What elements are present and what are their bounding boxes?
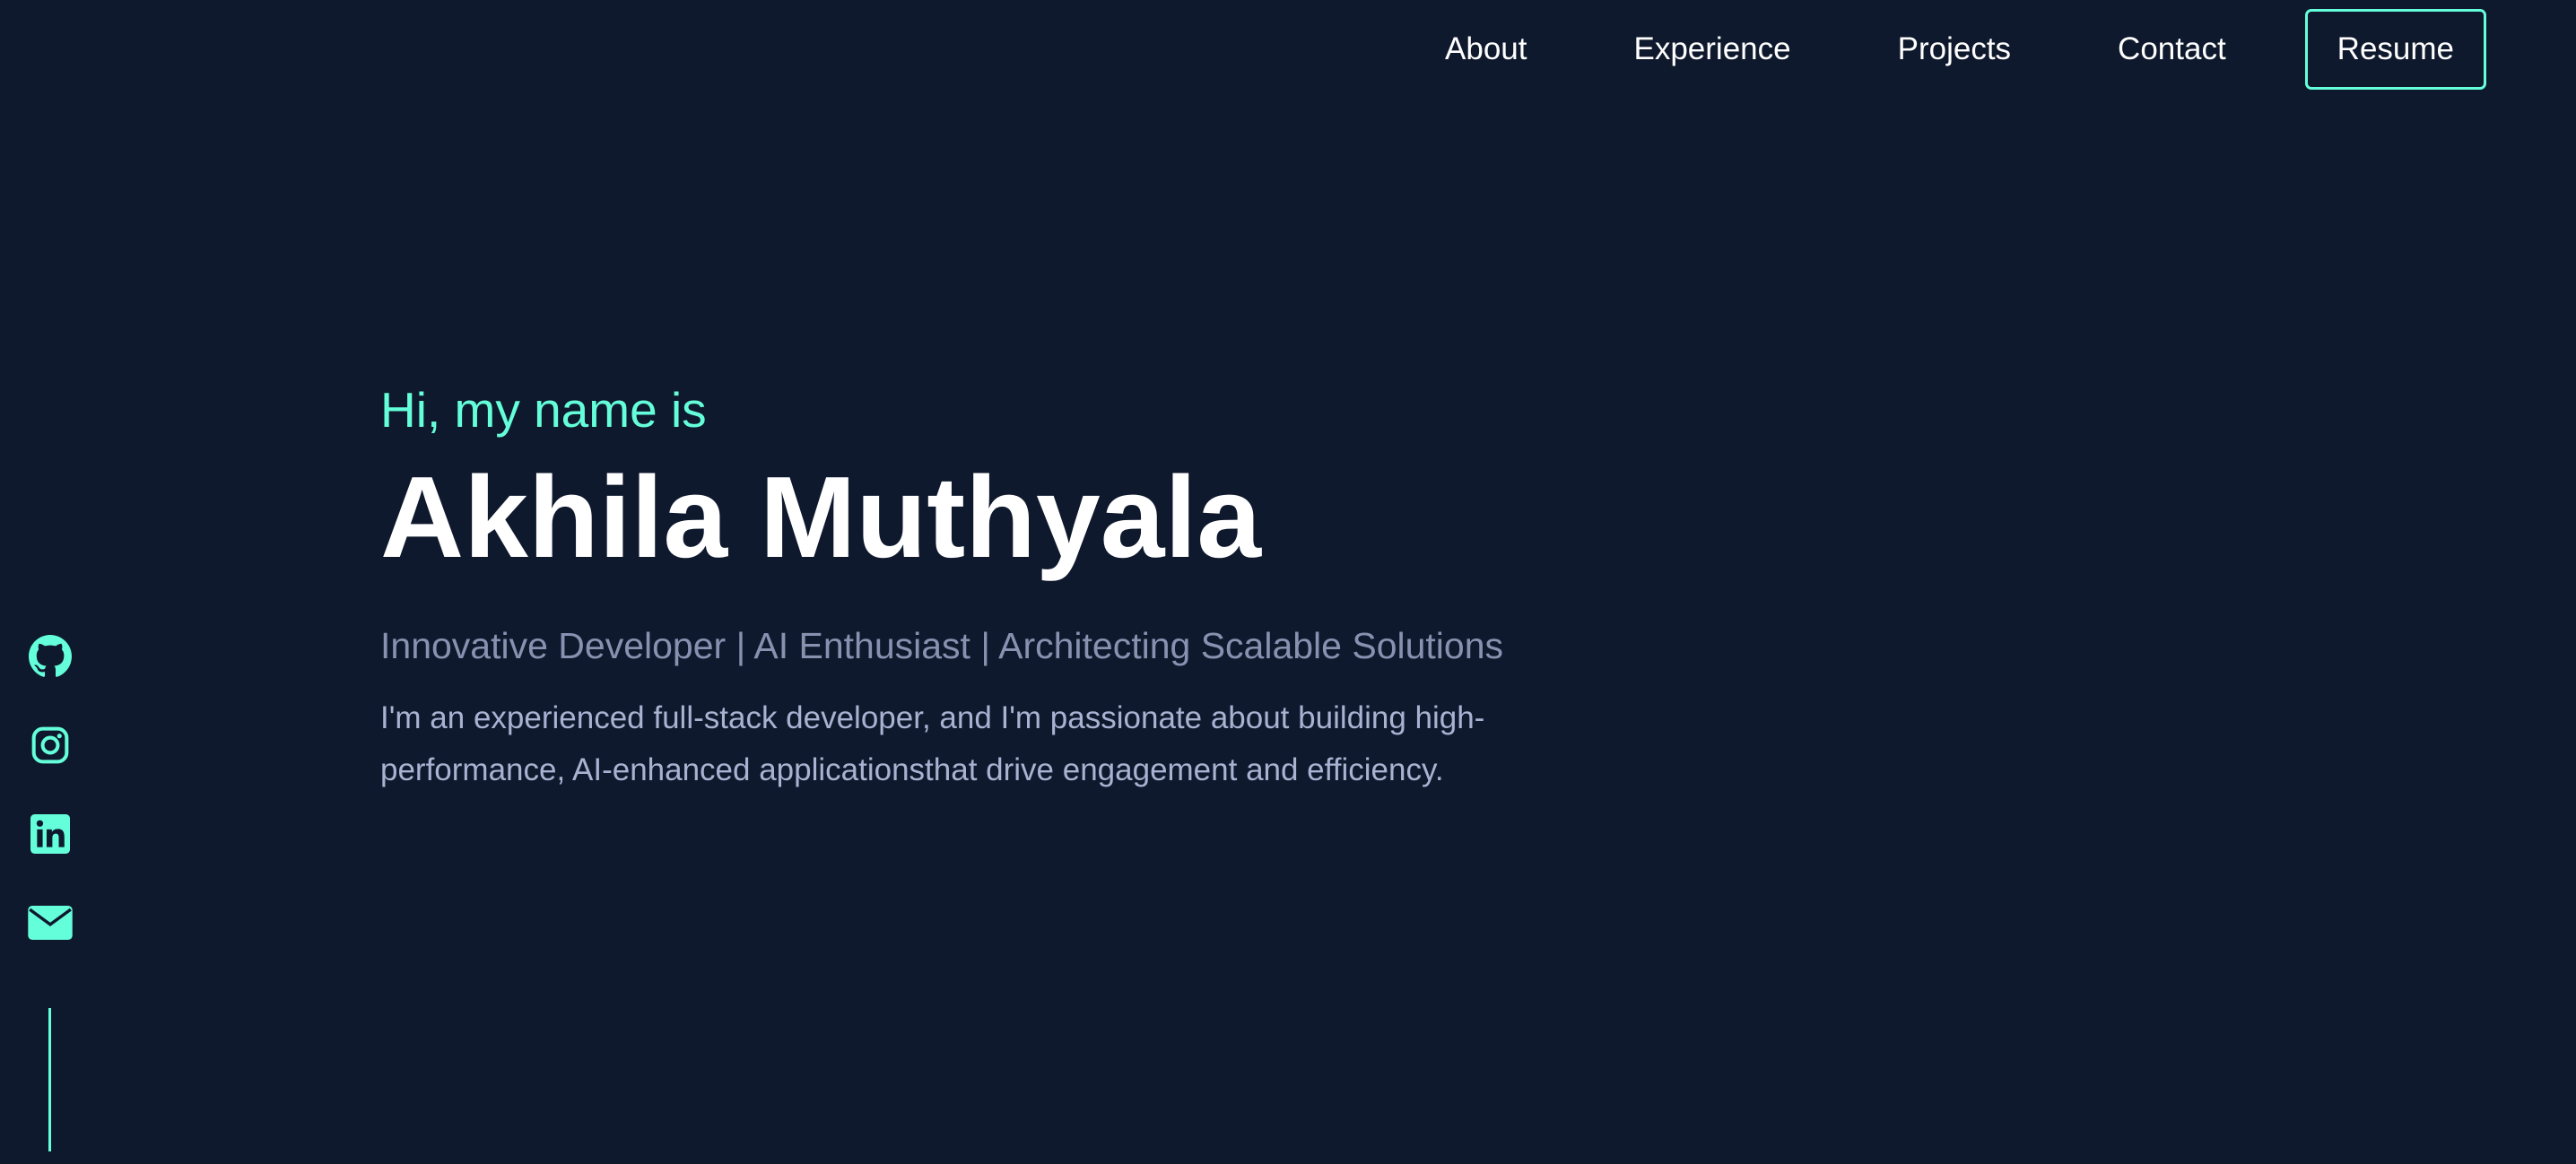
nav-link-contact[interactable]: Contact [2118,31,2226,67]
nav-link-experience[interactable]: Experience [1634,31,1791,67]
nav-link-projects[interactable]: Projects [1898,31,2011,67]
portfolio-page: About Experience Projects Contact Resume [0,0,2576,1164]
hero-intro: I'm an experienced full-stack developer,… [380,700,1485,787]
social-rail-line [48,1008,51,1151]
hero-section: Hi, my name is Akhila Muthyala Innovativ… [380,377,1564,796]
email-link[interactable] [28,900,73,945]
linkedin-icon [30,814,70,854]
hero-greeting: Hi, my name is [380,382,707,438]
hero-name: Akhila Muthyala [380,453,1262,582]
hero-tagline: Innovative Developer | AI Enthusiast | A… [380,625,1504,666]
github-link[interactable] [28,634,73,679]
email-icon [28,906,73,940]
resume-button[interactable]: Resume [2304,9,2486,90]
instagram-icon [30,725,70,765]
social-links [28,634,73,945]
instagram-link[interactable] [28,723,73,768]
nav-link-about[interactable]: About [1445,31,1527,67]
top-nav: About Experience Projects Contact Resume [1445,9,2486,90]
github-icon [29,635,72,678]
linkedin-link[interactable] [28,812,73,856]
